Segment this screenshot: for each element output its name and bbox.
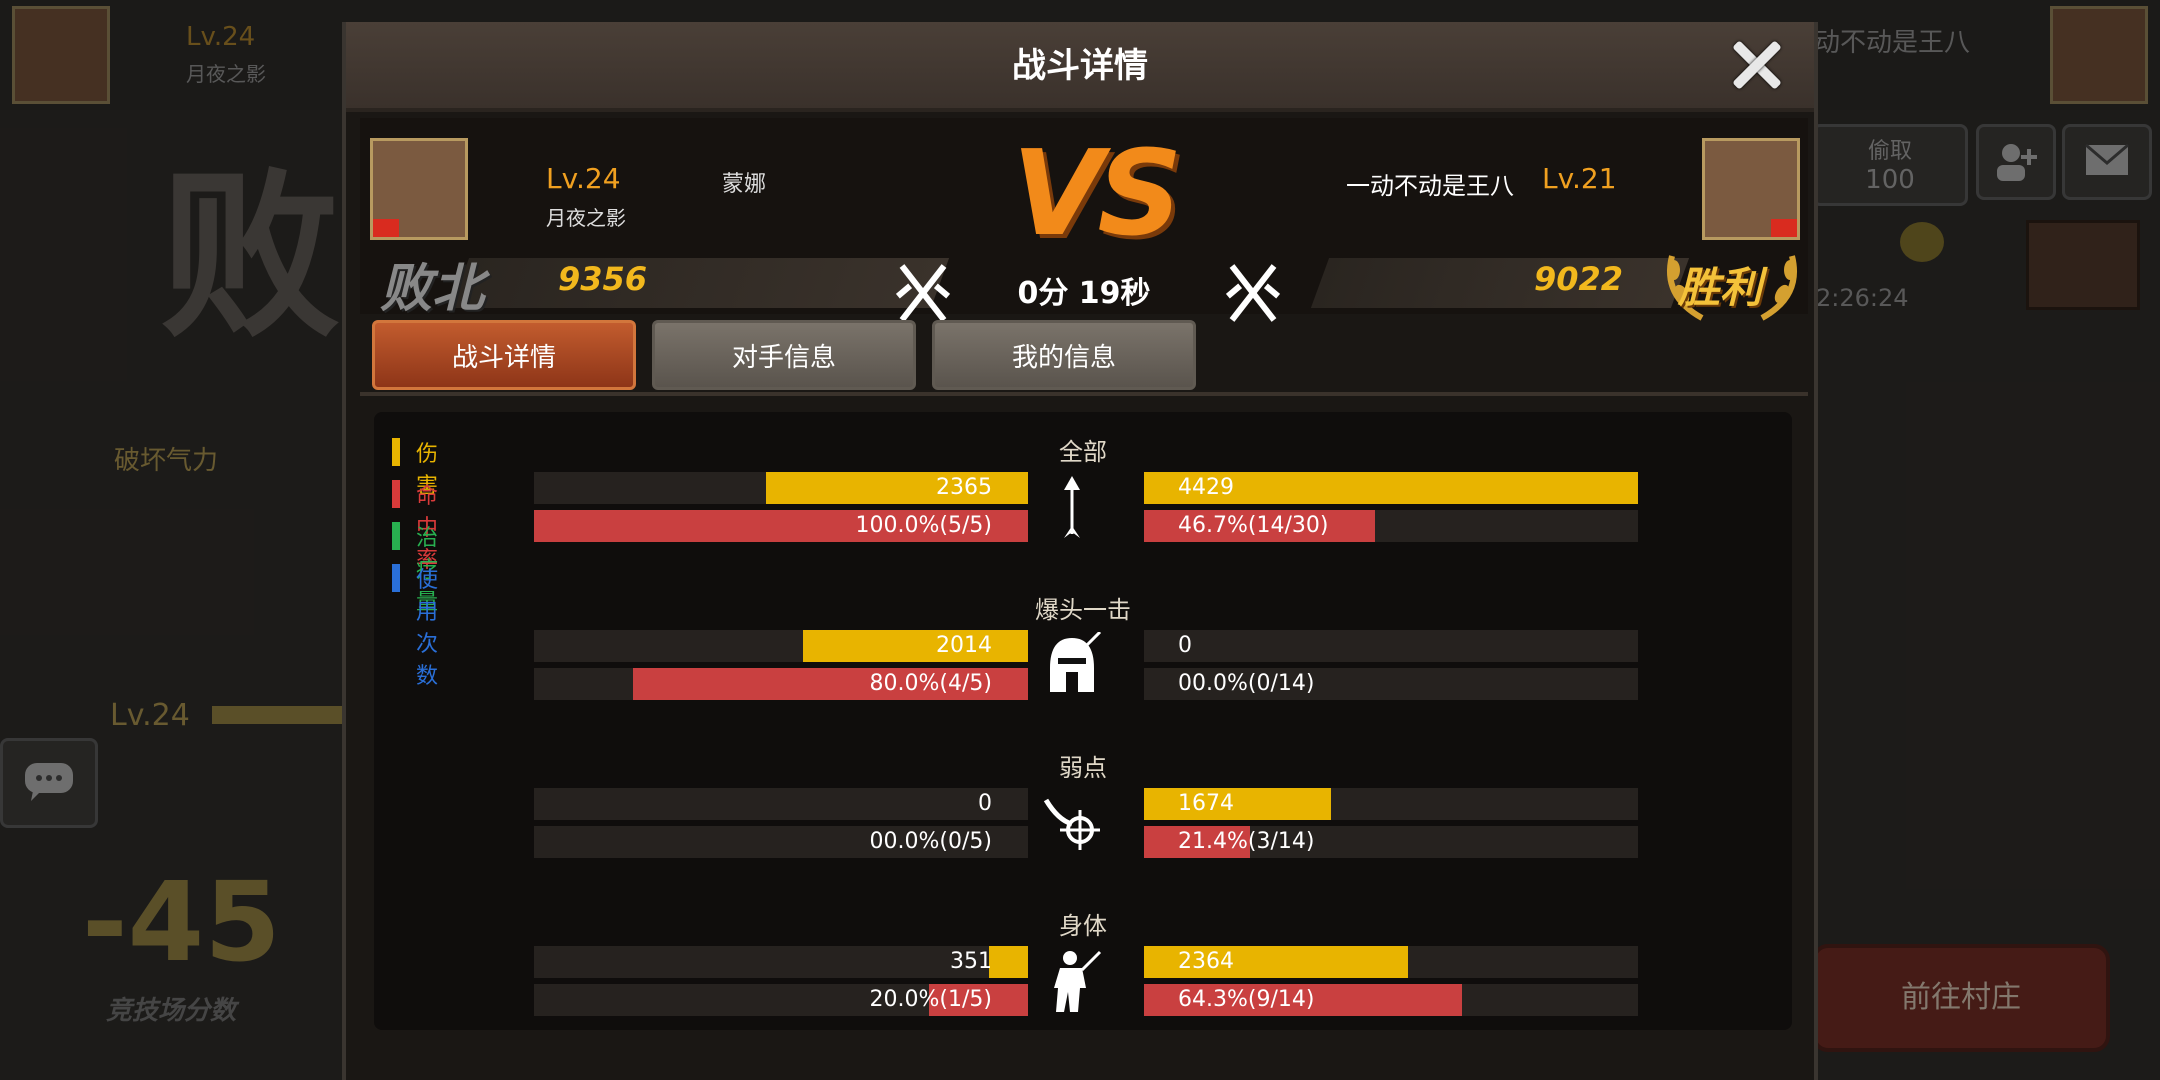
background-arena-score: -45 [82, 858, 281, 986]
tab-battle-details[interactable]: 战斗详情 [372, 320, 636, 390]
background-left-name: 月夜之影 [186, 62, 266, 86]
left-player-avatar[interactable] [370, 138, 468, 240]
battle-details-modal: 战斗详情 Lv.24 蒙娜 月夜之影 败北 9356 VS 0分 19秒 一动不 [342, 22, 1818, 1080]
left-damage-bar: 2014 [534, 630, 1028, 662]
right-hit-bar: 64.3%(9/14) [1144, 984, 1638, 1016]
left-hit-value: 00.0%(0/5) [869, 829, 992, 854]
background-defeat-text: 败 [160, 153, 341, 362]
right-hit-value: 64.3%(9/14) [1178, 987, 1315, 1012]
right-hit-bar: 00.0%(0/14) [1144, 668, 1638, 700]
section-title: 身体 [1059, 912, 1107, 940]
helmet-icon [1050, 632, 1102, 692]
right-player-level: Lv.21 [1542, 162, 1617, 195]
background-timer: 2:26:24 [1816, 284, 1909, 312]
victory-text: 胜利 [1678, 263, 1763, 312]
legend-swatch [392, 564, 400, 592]
chat-button[interactable] [0, 738, 98, 828]
crossed-swords-icon [1225, 264, 1281, 322]
left-hit-bar: 20.0%(1/5) [534, 984, 1028, 1016]
right-player-score: 9022 [1534, 260, 1624, 298]
right-damage-bar: 1674 [1144, 788, 1638, 820]
left-hit-bar: 100.0%(5/5) [534, 510, 1028, 542]
left-damage-value: 0 [978, 791, 992, 816]
right-player-name: 一动不动是王八 [1346, 172, 1514, 200]
left-hit-value: 80.0%(4/5) [869, 671, 992, 696]
right-hit-bar: 46.7%(14/30) [1144, 510, 1638, 542]
chat-icon [25, 763, 73, 801]
left-damage-bar: 2365 [534, 472, 1028, 504]
right-damage-bar: 2364 [1144, 946, 1638, 978]
left-damage-bar: 0 [534, 788, 1028, 820]
left-player-name: 月夜之影 [546, 206, 626, 230]
right-hit-value: 21.4%(3/14) [1178, 829, 1315, 854]
background-right-avatar [2050, 6, 2148, 104]
treasure-chest-icon[interactable] [2026, 220, 2140, 310]
left-hit-bar: 80.0%(4/5) [534, 668, 1028, 700]
crosshair-icon [1043, 798, 1100, 850]
background-left-avatar [12, 6, 110, 104]
versus-band: Lv.24 蒙娜 月夜之影 败北 9356 VS 0分 19秒 一动不动是王八 … [360, 118, 1808, 322]
stats-panel: 伤害 命中率 治疗量 使用次数 全部 2365 100.0%(5/5) 4429 46.… [374, 412, 1792, 1030]
left-hit-value: 100.0%(5/5) [855, 513, 992, 538]
arrow-icon [1064, 476, 1080, 538]
right-damage-bar-fill [1144, 788, 1331, 820]
left-damage-bar: 351 [534, 946, 1028, 978]
add-friend-icon [1997, 144, 2037, 181]
left-damage-value: 351 [950, 949, 992, 974]
section-title: 全部 [1059, 438, 1107, 466]
background-left-level: Lv.24 [186, 22, 256, 52]
right-player-avatar[interactable] [1702, 138, 1800, 240]
legend-swatch [392, 480, 400, 508]
mail-icon [2085, 143, 2129, 175]
left-player-level: Lv.24 [546, 162, 621, 195]
background-arena-label: 竞技场分数 [106, 996, 237, 1026]
left-damage-value: 2014 [936, 633, 992, 658]
tab-opponent-info[interactable]: 对手信息 [652, 320, 916, 390]
background-right-name: 动不动是王八 [1814, 28, 1971, 58]
right-hit-value: 46.7%(14/30) [1178, 513, 1329, 538]
right-damage-bar: 0 [1144, 630, 1638, 662]
mail-button[interactable] [2062, 124, 2152, 200]
background-level-bar [212, 706, 342, 724]
body-icon [1054, 950, 1102, 1012]
section-title: 爆头一击 [1035, 596, 1131, 624]
left-damage-bar-fill [803, 630, 1028, 662]
steal-panel: 偷取 100 [1812, 124, 1968, 206]
right-hit-value: 00.0%(0/14) [1178, 671, 1315, 696]
right-damage-value: 4429 [1178, 475, 1234, 500]
right-damage-value: 1674 [1178, 791, 1234, 816]
gold-coins-icon [1900, 222, 1944, 262]
right-damage-value: 0 [1178, 633, 1192, 658]
tab-my-info[interactable]: 我的信息 [932, 320, 1196, 390]
background-level-label: Lv.24 [110, 698, 190, 733]
close-button[interactable] [1722, 30, 1792, 100]
left-damage-bar-fill [988, 946, 1028, 978]
tab-divider [360, 392, 1808, 396]
left-player-title: 蒙娜 [722, 172, 767, 197]
right-hit-bar: 21.4%(3/14) [1144, 826, 1638, 858]
add-friend-button[interactable] [1976, 124, 2056, 200]
right-result-victory: 胜利 [1652, 236, 1812, 326]
legend-label: 使用次数 [416, 568, 439, 689]
right-damage-value: 2364 [1178, 949, 1234, 974]
left-damage-value: 2365 [936, 475, 992, 500]
steal-value: 100 [1865, 165, 1915, 195]
modal-title: 战斗详情 [1012, 46, 1148, 86]
steal-label: 偷取 [1867, 139, 1912, 164]
legend-swatch [392, 522, 400, 550]
background-destroy-qi: 破坏气力 [114, 446, 219, 476]
china-flag-icon [1771, 219, 1797, 237]
goto-village-button[interactable]: 前往村庄 [1812, 944, 2110, 1052]
vs-logo: VS [1012, 124, 1182, 262]
right-score-band [1310, 258, 1690, 308]
modal-header: 战斗详情 [346, 22, 1814, 112]
right-damage-bar: 4429 [1144, 472, 1638, 504]
left-hit-bar: 00.0%(0/5) [534, 826, 1028, 858]
china-flag-icon [373, 219, 399, 237]
section-title: 弱点 [1059, 754, 1107, 782]
left-hit-value: 20.0%(1/5) [869, 987, 992, 1012]
